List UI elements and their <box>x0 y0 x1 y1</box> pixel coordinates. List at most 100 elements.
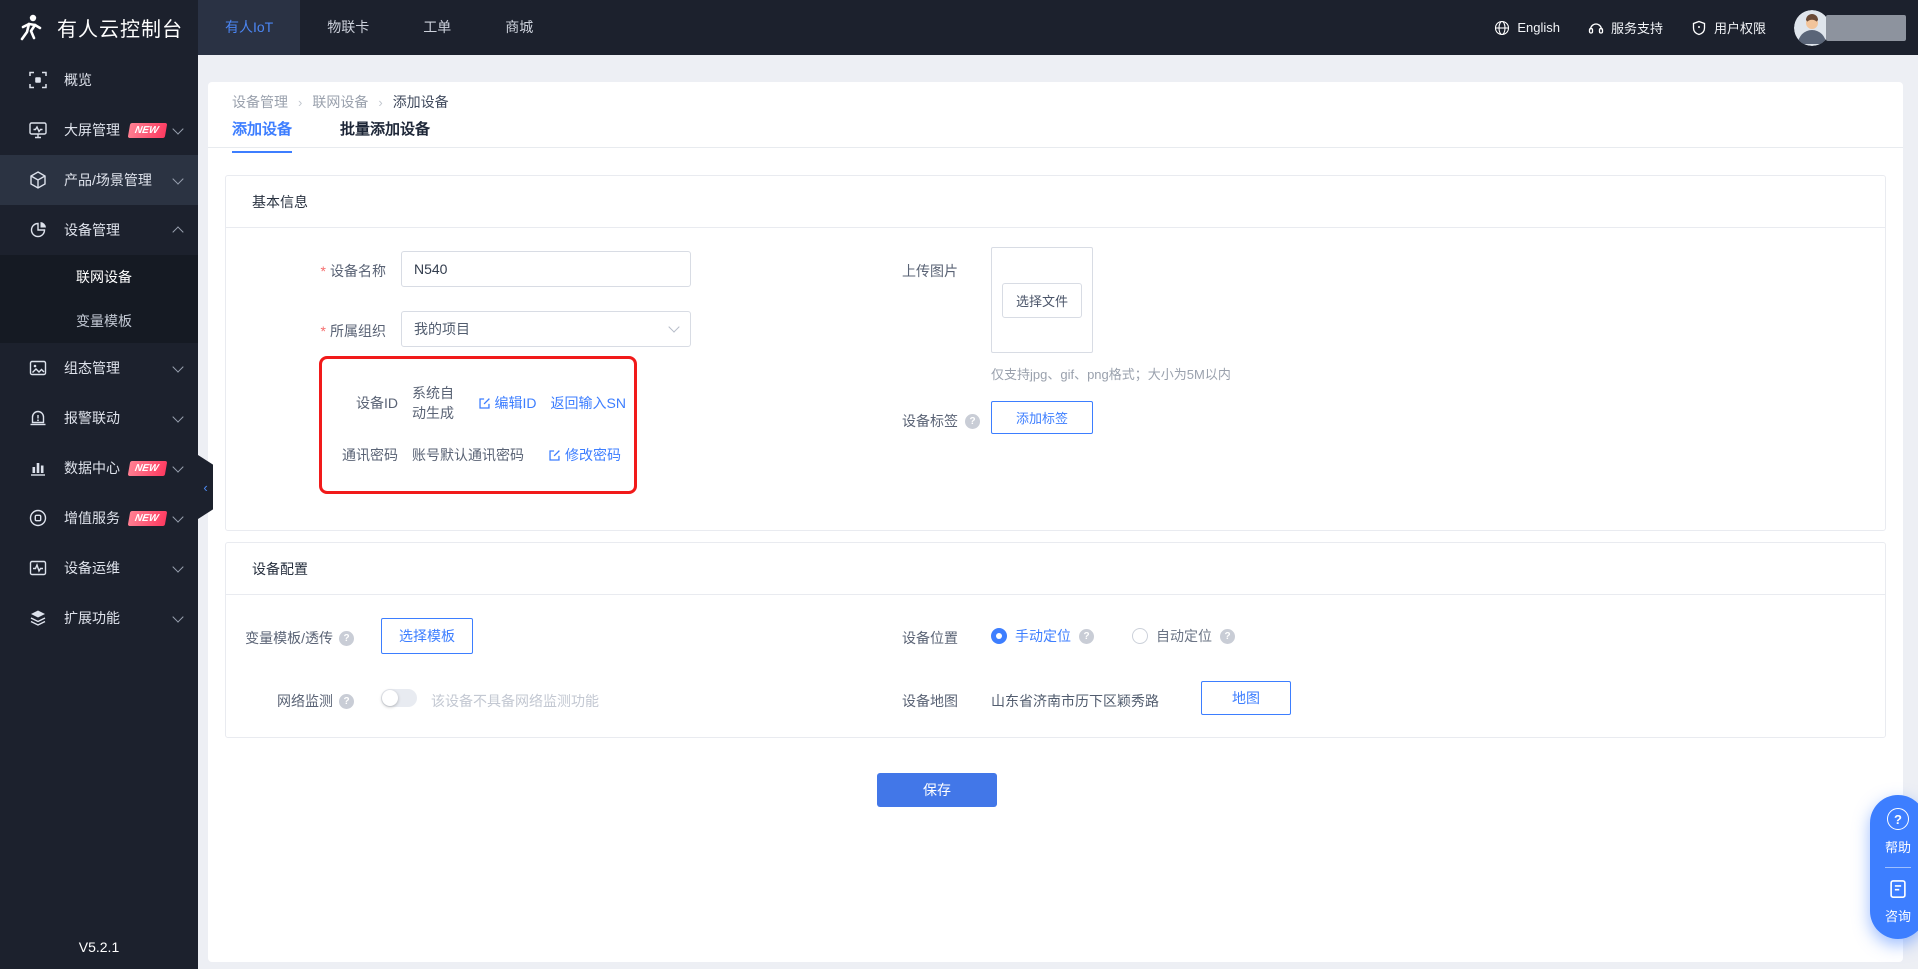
sidebar-item-device-ops[interactable]: 设备运维 <box>0 543 198 593</box>
nav-tab-workorder[interactable]: 工单 <box>396 0 478 55</box>
radio-selected-icon[interactable] <box>991 628 1007 644</box>
chevron-down-icon <box>172 410 184 423</box>
sidebar-item-datacenter[interactable]: 数据中心 NEW <box>0 443 198 493</box>
floating-help-widget: ? 帮助 咨询 <box>1870 795 1918 939</box>
chevron-down-icon <box>668 321 680 333</box>
add-tag-button[interactable]: 添加标签 <box>991 401 1093 434</box>
chevron-down-icon <box>172 510 184 523</box>
comm-password-row: 通讯密码 账号默认通讯密码 修改密码 <box>334 445 626 465</box>
document-icon[interactable] <box>1888 879 1908 899</box>
app-title: 有人云控制台 <box>57 19 183 41</box>
highlight-red-box: 设备ID 系统自动生成 编辑ID 返回输入SN 通讯密码 账号默认通讯密码 修改… <box>319 356 637 494</box>
location-radio-group: 手动定位 ? 自动定位 ? <box>991 626 1235 646</box>
breadcrumb-add-device: 添加设备 <box>392 94 449 110</box>
shield-icon <box>1692 20 1706 35</box>
sidebar: 概览 大屏管理 NEW 产品/场景管理 设备管理 联网设备 变量模板 组态管理 … <box>0 55 198 969</box>
network-monitor-label: 网络监测 ? <box>226 691 354 711</box>
edit-id-link[interactable]: 编辑ID <box>478 393 537 413</box>
user-permission[interactable]: 用户权限 <box>1691 18 1766 37</box>
help-icon[interactable]: ? <box>965 413 980 429</box>
auto-location-option[interactable]: 自动定位 ? <box>1132 626 1235 646</box>
device-name-input[interactable] <box>401 251 691 287</box>
image-icon <box>28 359 48 377</box>
consult-button[interactable]: 咨询 <box>1885 906 1911 925</box>
service-support[interactable]: 服务支持 <box>1588 18 1663 37</box>
device-address-value: 山东省济南市历下区颖秀路 <box>991 693 1159 709</box>
username-redacted <box>1826 14 1906 41</box>
sidebar-subitem-variable-templates[interactable]: 变量模板 <box>0 299 198 343</box>
edit-icon <box>478 397 490 409</box>
sidebar-item-extensions[interactable]: 扩展功能 <box>0 593 198 643</box>
device-tag-label: 设备标签 ? <box>902 411 980 431</box>
value-added-icon <box>28 509 48 527</box>
upload-dropzone[interactable]: 选择文件 <box>991 247 1093 353</box>
sidebar-item-product-scene[interactable]: 产品/场景管理 <box>0 155 198 205</box>
avatar <box>1794 9 1830 46</box>
chevron-down-icon <box>172 610 184 623</box>
network-monitor-hint: 该设备不具备网络监测功能 <box>431 693 599 709</box>
version-label: V5.2.1 <box>78 939 120 955</box>
change-password-link[interactable]: 修改密码 <box>548 445 621 465</box>
topbar: 有人云控制台 有人IoT 物联卡 工单 商城 English 服务支持 用户权限 <box>0 0 1918 55</box>
nav-tab-mall[interactable]: 商城 <box>478 0 560 55</box>
organization-select[interactable]: 我的项目 <box>401 311 691 347</box>
top-nav: 有人IoT 物联卡 工单 商城 <box>198 0 560 55</box>
sidebar-subitem-network-devices[interactable]: 联网设备 <box>0 255 198 299</box>
sidebar-item-overview[interactable]: 概览 <box>0 55 198 105</box>
breadcrumb-device-mgmt[interactable]: 设备管理 <box>232 92 288 112</box>
radio-unselected-icon[interactable] <box>1132 628 1148 644</box>
sidebar-item-bigscreen[interactable]: 大屏管理 NEW <box>0 105 198 155</box>
help-icon[interactable]: ? <box>1079 628 1094 644</box>
chevron-up-icon <box>172 226 184 238</box>
basic-info-title: 基本信息 <box>226 176 1885 228</box>
help-icon[interactable]: ? <box>339 630 354 646</box>
sidebar-item-device-mgmt[interactable]: 设备管理 <box>0 205 198 255</box>
network-monitor-toggle[interactable] <box>381 689 417 707</box>
pie-chart-icon <box>28 221 48 239</box>
back-to-sn-link[interactable]: 返回输入SN <box>551 393 626 413</box>
main-content: 设备管理 › 联网设备 › 添加设备 添加设备 批量添加设备 基本信息 * 设备名… <box>208 82 1903 962</box>
breadcrumb-network-devices[interactable]: 联网设备 <box>312 92 368 112</box>
overview-icon <box>28 71 48 89</box>
sidebar-item-scada[interactable]: 组态管理 <box>0 343 198 393</box>
screen-icon <box>28 121 48 139</box>
sidebar-item-value-added[interactable]: 增值服务 NEW <box>0 493 198 543</box>
breadcrumb-separator: › <box>298 94 303 110</box>
upload-image-label: 上传图片 <box>902 263 958 279</box>
sidebar-item-alarm[interactable]: 报警联动 <box>0 393 198 443</box>
help-icon[interactable]: ? <box>339 693 354 709</box>
app-logo[interactable]: 有人云控制台 <box>0 13 198 43</box>
new-badge: NEW <box>127 460 168 476</box>
save-button[interactable]: 保存 <box>877 773 997 807</box>
device-config-card: 设备配置 变量模板/透传 ? 选择模板 网络监测 ? 该设备不具备网络监测功能 … <box>225 542 1886 738</box>
breadcrumb: 设备管理 › 联网设备 › 添加设备 <box>232 92 449 112</box>
language-switch[interactable]: English <box>1494 20 1560 36</box>
device-id-row: 设备ID 系统自动生成 编辑ID 返回输入SN <box>334 383 626 423</box>
help-button[interactable]: 帮助 <box>1885 837 1911 856</box>
organization-label: * 所属组织 <box>320 323 386 339</box>
help-icon[interactable]: ? <box>1220 628 1235 644</box>
edit-icon <box>549 449 560 461</box>
device-id-label: 设备ID <box>356 395 398 411</box>
map-button[interactable]: 地图 <box>1201 681 1291 715</box>
widget-divider <box>1885 867 1911 868</box>
manual-location-option[interactable]: 手动定位 ? <box>991 626 1094 646</box>
nav-tab-sim[interactable]: 物联卡 <box>300 0 396 55</box>
sidebar-collapse-handle[interactable]: ‹ <box>198 455 213 519</box>
device-config-title: 设备配置 <box>226 543 1885 595</box>
question-circle-icon[interactable]: ? <box>1887 808 1909 830</box>
new-badge: NEW <box>127 510 168 526</box>
chevron-down-icon <box>172 360 184 373</box>
upload-hint: 仅支持jpg、gif、png格式；大小为5M以内 <box>991 367 1231 382</box>
device-name-label: * 设备名称 <box>320 263 386 279</box>
chevron-down-icon <box>172 122 184 135</box>
basic-info-card: 基本信息 *设备名称 *所属组织 我的项目 设备ID 系统自动生成 <box>225 175 1886 531</box>
user-account[interactable] <box>1794 9 1906 46</box>
monitor-pulse-icon <box>28 559 48 577</box>
nav-tab-iot[interactable]: 有人IoT <box>198 0 301 55</box>
choose-template-button[interactable]: 选择模板 <box>381 618 473 654</box>
cube-icon <box>28 171 48 189</box>
choose-file-button[interactable]: 选择文件 <box>1001 282 1082 318</box>
layers-icon <box>28 609 48 627</box>
alarm-icon <box>28 409 48 427</box>
